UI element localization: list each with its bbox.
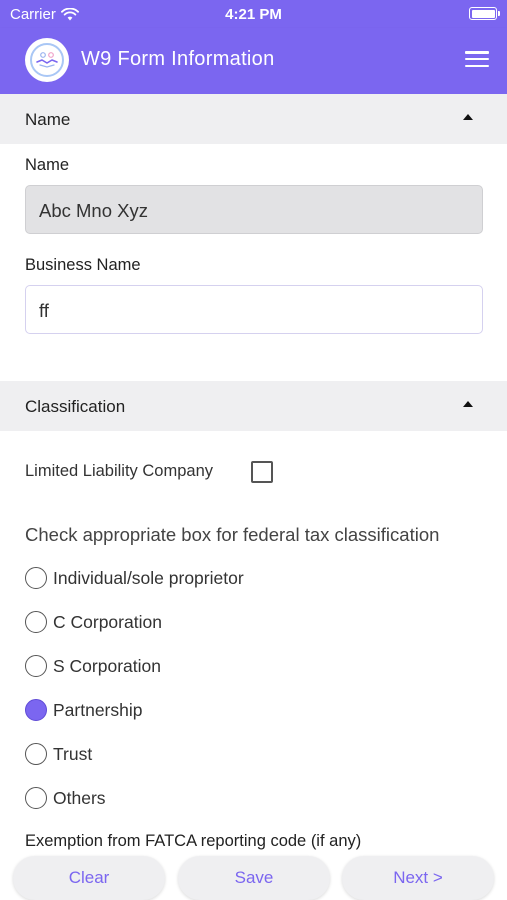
fatca-label: Exemption from FATCA reporting code (if … [25,832,362,850]
name-label: Name [25,156,70,174]
next-button[interactable]: Next > [342,856,494,900]
business-name-field[interactable]: ff [25,285,483,334]
radio-button-selected[interactable] [25,699,47,721]
handshake-icon [36,52,58,68]
radio-label: S Corporation [53,655,161,676]
radio-label: Trust [53,743,93,764]
radio-button[interactable] [25,567,47,589]
name-section-header[interactable]: Name [0,94,507,144]
radio-s-corporation[interactable]: S Corporation [25,654,161,678]
radio-others[interactable]: Others [25,786,106,810]
llc-checkbox[interactable] [251,461,273,483]
radio-button[interactable] [25,787,47,809]
save-button[interactable]: Save [178,856,330,900]
radio-label: C Corporation [53,611,162,632]
radio-button[interactable] [25,611,47,633]
radio-label: Individual/sole proprietor [53,567,244,588]
name-field: Abc Mno Xyz [25,185,483,234]
radio-button[interactable] [25,743,47,765]
collapse-caret-icon[interactable] [463,401,473,407]
section-title: Name [25,110,71,129]
radio-partnership[interactable]: Partnership [25,698,143,722]
hamburger-menu-icon[interactable] [465,49,489,69]
classification-section-header[interactable]: Classification [0,381,507,431]
section-title: Classification [25,397,126,416]
clear-button[interactable]: Clear [13,856,165,900]
collapse-caret-icon[interactable] [463,114,473,120]
status-bar: Carrier 4:21 PM [0,0,507,28]
app-logo [25,38,69,82]
app-title: W9 Form Information [81,48,275,70]
classification-instruction: Check appropriate box for federal tax cl… [25,524,440,545]
app-bar: W9 Form Information [0,28,507,94]
radio-label: Partnership [53,699,143,720]
radio-c-corporation[interactable]: C Corporation [25,610,162,634]
battery-icon [469,7,500,20]
business-name-label: Business Name [25,256,141,274]
radio-trust[interactable]: Trust [25,742,92,766]
clock: 4:21 PM [225,6,282,23]
radio-individual[interactable]: Individual/sole proprietor [25,566,244,590]
llc-label: Limited Liability Company [25,462,214,480]
radio-button[interactable] [25,655,47,677]
radio-label: Others [53,787,106,808]
